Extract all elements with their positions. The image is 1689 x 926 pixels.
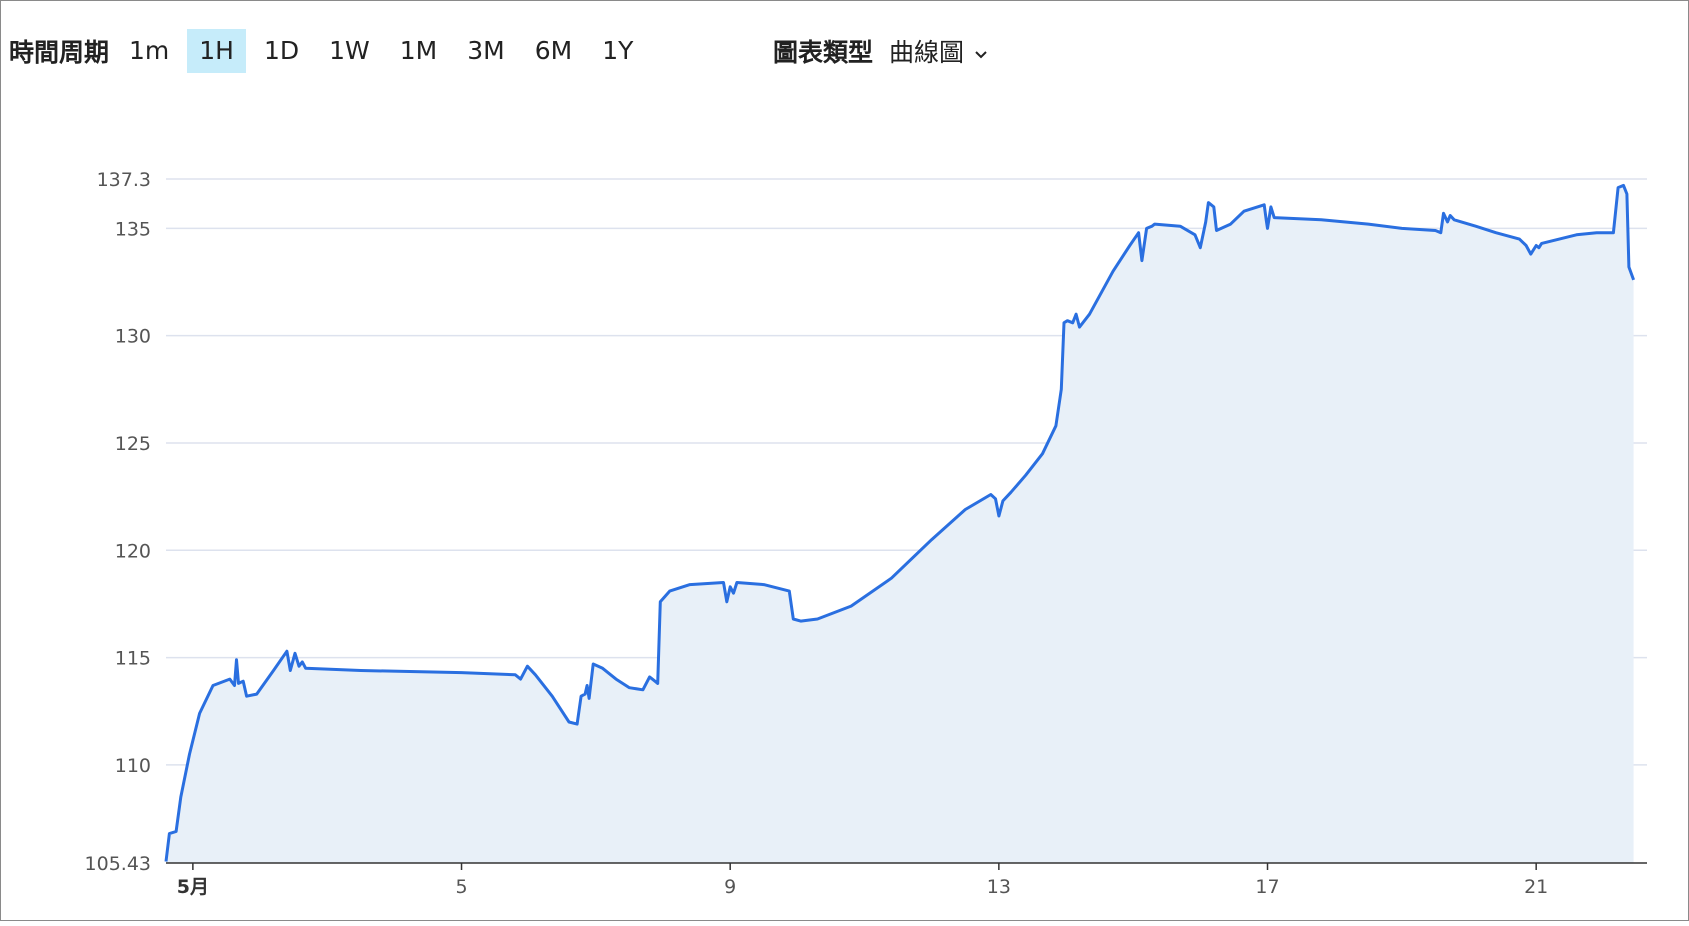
period-toolbar: 時間周期 1m 1H 1D 1W 1M 3M 6M 1Y [9, 27, 651, 75]
chart-panel: 時間周期 1m 1H 1D 1W 1M 3M 6M 1Y 圖表類型 曲線圖 10… [0, 0, 1689, 921]
y-tick-label: 115 [115, 648, 151, 670]
period-button-1m[interactable]: 1m [117, 29, 181, 73]
y-tick-label: 125 [115, 433, 151, 455]
x-tick-label: 21 [1524, 876, 1548, 898]
period-label: 時間周期 [9, 38, 110, 67]
y-tick-label: 105.43 [85, 853, 151, 875]
x-tick-label: 9 [724, 876, 736, 898]
y-tick-label: 135 [115, 218, 151, 240]
price-chart: 105.43 110 115 120 125 130 135 137.3 5月 5 9 13 17 21 [85, 169, 1647, 898]
price-area [166, 185, 1634, 863]
x-tick-label: 13 [987, 876, 1011, 898]
y-tick-label: 120 [115, 540, 151, 562]
y-tick-label: 110 [115, 755, 151, 777]
x-tick-label: 5月 [177, 876, 209, 898]
period-button-1d[interactable]: 1D [252, 29, 311, 73]
chart-type-label: 圖表類型 [773, 38, 874, 67]
period-button-1mo[interactable]: 1M [388, 29, 449, 73]
y-tick-label: 130 [115, 326, 151, 348]
chart-type-value: 曲線圖 [889, 38, 965, 67]
period-button-1y[interactable]: 1Y [590, 29, 645, 73]
period-button-3m[interactable]: 3M [455, 29, 516, 73]
x-tick-label: 17 [1255, 876, 1279, 898]
y-tick-label: 137.3 [97, 169, 151, 191]
chart-type-dropdown[interactable]: 曲線圖 [889, 33, 988, 69]
chart-area: 105.43 110 115 120 125 130 135 137.3 5月 5 9 13 17 21 [1, 101, 1689, 922]
period-button-6m[interactable]: 6M [523, 29, 584, 73]
chevron-down-icon[interactable] [974, 37, 988, 66]
x-tick-label: 5 [455, 876, 467, 898]
period-button-1w[interactable]: 1W [317, 29, 382, 73]
period-button-1h[interactable]: 1H [187, 29, 246, 73]
chart-type-group: 圖表類型 曲線圖 [773, 27, 988, 75]
